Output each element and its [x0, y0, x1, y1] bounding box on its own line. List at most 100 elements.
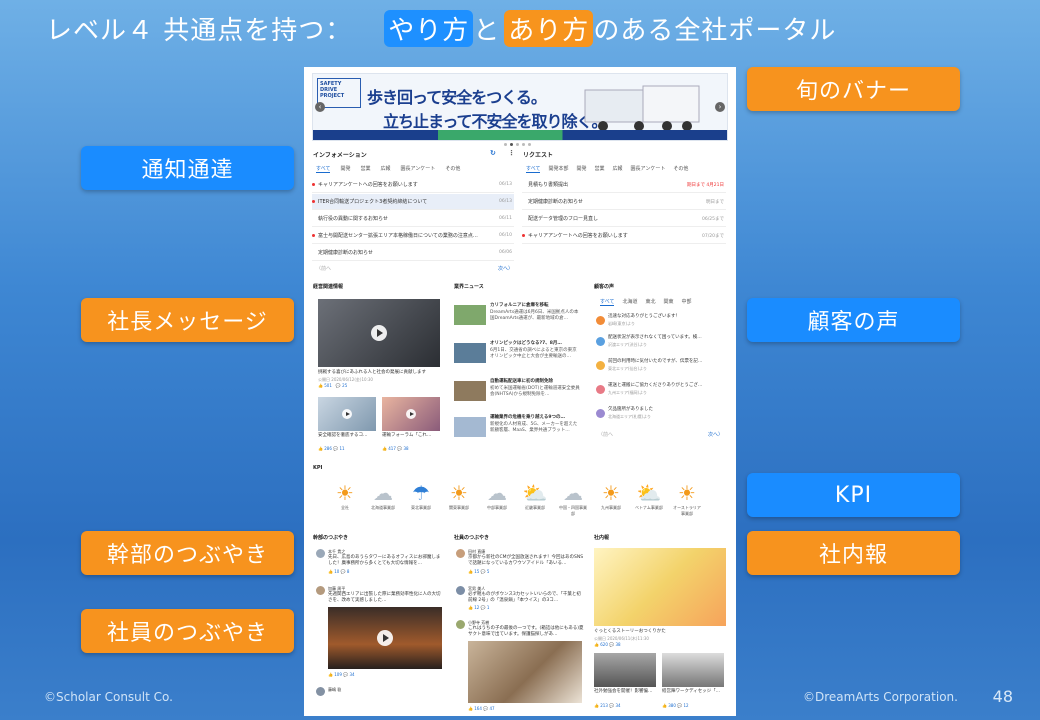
voice-tabs[interactable]: すべて 北海道 東北 関東 中部	[600, 298, 692, 306]
play-icon[interactable]	[342, 409, 352, 419]
news-headline[interactable]: 自動運転配送車に初の規制免除	[490, 379, 553, 385]
kpi-item[interactable]: ☂ 東北事業部	[406, 481, 436, 511]
voice-text[interactable]: 配送状況が表示されなくて困っています。検…	[608, 335, 702, 341]
newsletter-sub2-caption[interactable]: 経営陣ワークディセッジ「…	[662, 689, 720, 695]
partly-sunny-icon: ⛅	[636, 481, 662, 505]
banner-prev-icon[interactable]: ‹	[315, 102, 325, 112]
tab-sales[interactable]: 営業	[360, 165, 370, 173]
customer-icon	[596, 337, 605, 346]
newsletter-image[interactable]	[594, 548, 726, 626]
voice-sub: 沢渡エリア(渋谷)より	[608, 342, 648, 347]
voice-text[interactable]: 欠品箇所がありました	[608, 407, 653, 413]
title-suffix: のある全社ポータル	[593, 16, 837, 46]
label-shun: 旬のバナー	[747, 67, 960, 111]
play-icon[interactable]	[377, 630, 393, 646]
banner-pager[interactable]	[504, 143, 531, 146]
info-row[interactable]: ITER合同輸送プロジェクト3者契約締結について 06/13	[312, 194, 514, 210]
kpi-item[interactable]: ☀ 九州事業部	[596, 481, 626, 511]
refresh-icon[interactable]: ↻	[490, 149, 496, 157]
footer-left: ©Scholar Consult Co.	[44, 690, 173, 704]
info-next-link[interactable]: 次へ〉	[498, 265, 513, 272]
more-icon[interactable]: ⋮	[508, 149, 515, 157]
truck-icon	[584, 85, 700, 131]
news-image[interactable]	[454, 343, 486, 363]
tweet-text[interactable]: 先日、広島のあうらタワーにあるオフィスにお邪魔しました！廣事務所から多くとても大…	[328, 555, 444, 567]
exec-video[interactable]	[318, 299, 440, 367]
kpi-item[interactable]: ⛅ 近畿事業部	[520, 481, 550, 511]
newsletter-caption[interactable]: ぐっとくるストーリーおつくりかた	[594, 629, 666, 635]
avatar	[316, 586, 325, 595]
kpi-item[interactable]: ☀ 関東事業部	[444, 481, 474, 511]
safety-banner[interactable]: SAFETY DRIVE PROJECT 歩き回って安全をつくる。 立ち止まって…	[312, 73, 728, 141]
news-headline[interactable]: 運輸業界の危機を乗り越える9つの…	[490, 415, 565, 421]
banner-stripe	[313, 130, 727, 140]
voice-next-link[interactable]: 次へ〉	[708, 431, 723, 438]
tab-other[interactable]: その他	[445, 165, 460, 173]
request-row[interactable]: 定期健康診断のお知らせ 明日まで	[522, 194, 726, 210]
kpi-item[interactable]: ☁ 中部事業部	[482, 481, 512, 511]
newsletter-sub1-caption[interactable]: 社外勉強会を開催！影響偏…	[594, 689, 653, 695]
avatar	[316, 549, 325, 558]
customer-icon	[596, 361, 605, 370]
voice-text[interactable]: 迅速な対応ありがとうございます！	[608, 314, 680, 320]
voice-prev-link[interactable]: 〈前へ	[598, 431, 613, 438]
info-prev-link[interactable]: 〈前へ	[316, 265, 331, 272]
tab-all[interactable]: すべて	[316, 165, 331, 173]
request-row[interactable]: 配送データ管理のフロー見直し 06/25まで	[522, 211, 726, 227]
tweet-text[interactable]: これはうちの子の最後の一つです。(箱詰は他にもある)夏サクト意味で出ています。保…	[468, 626, 584, 638]
exec-sub-video[interactable]	[382, 397, 440, 431]
avatar	[316, 687, 325, 696]
news-headline[interactable]: カリフォルニアに倉庫を移転	[490, 303, 549, 309]
info-row[interactable]: 定期健康診断のお知らせ 06/06	[312, 245, 514, 261]
info-row[interactable]: キャリアアンケートへの回答をお願いします 06/13	[312, 177, 514, 193]
news-body: 新規化の人材育成、5G、メーカーを超えた新顧客層、MaaS、業界共通プラット…	[490, 422, 578, 433]
title-highlight-arikata: あり方	[504, 10, 594, 47]
tab-pr[interactable]: 広報	[380, 165, 390, 173]
voice-text[interactable]: 運送と運搬にご協力くださりありがとうござ…	[608, 383, 702, 389]
tweet-text[interactable]: 必ず靴ものがボウンス3カセットいいらので、「千葉と初前線 2号」の「温泉鍋」「本…	[468, 592, 584, 604]
voice-text[interactable]: 前回の利用時に気付いたのですが、伝票を記…	[608, 359, 702, 365]
newsletter-sub-image[interactable]	[662, 653, 724, 687]
exec-sub2-caption[interactable]: 運輸フォーラム「これ…	[382, 433, 431, 439]
info-row[interactable]: 富士与開配送センター拡張エリア本格稼働日についての業務の注意点… 06/10	[312, 228, 514, 244]
partly-sunny-icon: ⛅	[522, 481, 548, 505]
tab-survey[interactable]: 園長アンケート	[401, 165, 436, 173]
news-image[interactable]	[454, 305, 486, 325]
kpi-item[interactable]: ☁ 北海道事業部	[368, 481, 398, 511]
label-kokyaku: 顧客の声	[747, 298, 960, 342]
customer-icon	[596, 385, 605, 394]
request-tabs[interactable]: すべて 開発本部 開発 営業 広報 園長アンケート その他	[526, 165, 688, 173]
tweet-text[interactable]: 京都から新社のCMが全国放送されます！今回はあのSNSで話題になっているカワウソ…	[468, 555, 584, 567]
exec-caption[interactable]: 挑戦する喜びにあふれる人と社会の発展に貢献します	[318, 370, 442, 376]
kpi-item[interactable]: ☁ 中国・四国事業部	[558, 481, 588, 517]
kpi-item[interactable]: ☀ 全社	[330, 481, 360, 511]
newsletter-title: 社内報	[594, 535, 610, 541]
customer-icon	[596, 409, 605, 418]
tab-dev[interactable]: 開発	[340, 165, 350, 173]
tweet-reactions: 👍 15 💬 5	[468, 569, 490, 574]
news-image[interactable]	[454, 381, 486, 401]
news-image[interactable]	[454, 417, 486, 437]
info-row[interactable]: 執行役の異動に関するお知らせ 06/11	[312, 211, 514, 227]
banner-line2: 立ち止まって不安全を取り除く。	[383, 112, 608, 131]
cat-photo[interactable]	[468, 641, 582, 703]
avatar	[456, 586, 465, 595]
tweet-user[interactable]: 藤嶋 稔	[328, 687, 341, 693]
newsletter-reactions: 👍 620 💬 38	[594, 642, 621, 647]
play-icon[interactable]	[371, 325, 387, 341]
exec-sub-video[interactable]	[318, 397, 376, 431]
banner-next-icon[interactable]: ›	[715, 102, 725, 112]
tweet-video[interactable]	[328, 607, 442, 669]
request-row[interactable]: 見積もり書類提出 期日まで 4月21日	[522, 177, 726, 193]
play-icon[interactable]	[406, 409, 416, 419]
newsletter-sub-image[interactable]	[594, 653, 656, 687]
kpi-item[interactable]: ⛅ ベトナム事業部	[634, 481, 664, 511]
exec-sub1-caption[interactable]: 安全確認を徹底するコ…	[318, 433, 368, 439]
news-headline[interactable]: オリンピックはどうなる?7、8月…	[490, 341, 562, 347]
info-tabs[interactable]: すべて 開発 営業 広報 園長アンケート その他	[316, 165, 460, 173]
tweet-text[interactable]: 先週関西エリアに出張した際に業務効率性化に人の大切さを、改めて実感しました…	[328, 592, 444, 604]
exec-reactions: 👍 501 💬 25	[318, 383, 348, 388]
request-row[interactable]: キャリアアンケートへの回答をお願いします 07/20まで	[522, 228, 726, 244]
slide-title: レベル４ 共通点を持つ： やり方 と あり方 のある全社ポータル	[46, 10, 836, 47]
kpi-item[interactable]: ☀ オーストラリア事業部	[672, 481, 702, 517]
